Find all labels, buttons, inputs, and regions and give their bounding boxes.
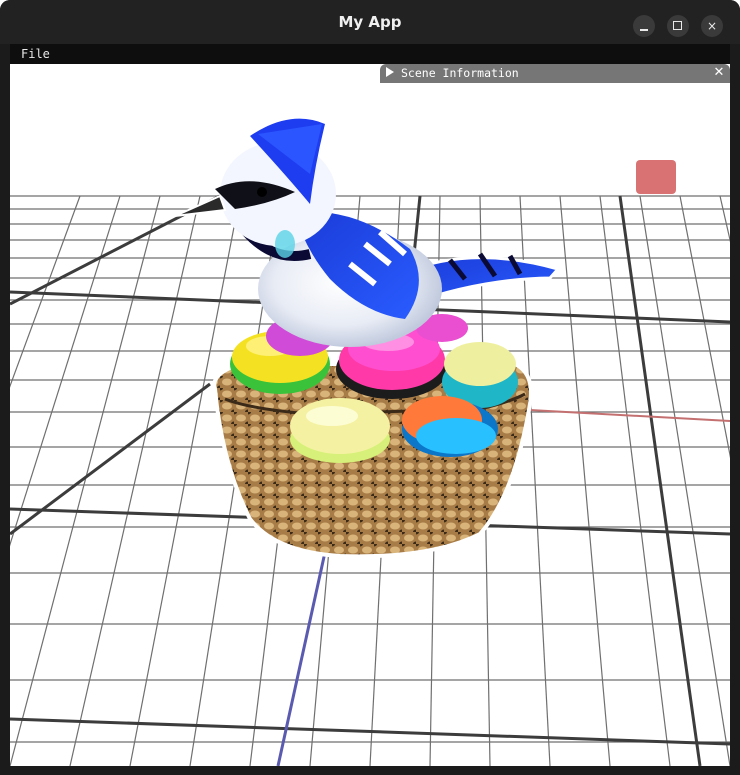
scene-canvas[interactable] [10, 64, 730, 766]
title-bar[interactable]: My App × [0, 0, 740, 44]
window-title: My App [338, 13, 402, 31]
app-window: My App × File Scene Information ✕ [0, 0, 740, 775]
menu-bar: File [10, 44, 730, 64]
minimize-icon [640, 29, 648, 31]
panel-title: Scene Information [401, 66, 519, 80]
maximize-button[interactable] [667, 15, 689, 37]
menu-file[interactable]: File [21, 46, 50, 62]
3d-viewport[interactable] [10, 64, 730, 766]
distant-object [636, 160, 676, 194]
minimize-button[interactable] [633, 15, 655, 37]
triangle-right-icon[interactable] [386, 67, 394, 77]
close-button[interactable]: × [701, 15, 723, 37]
close-icon[interactable]: ✕ [712, 65, 726, 81]
close-icon: × [706, 19, 718, 33]
scene-info-panel-header[interactable]: Scene Information ✕ [380, 64, 730, 83]
window-bottom-border [10, 766, 730, 775]
maximize-icon [673, 21, 682, 30]
